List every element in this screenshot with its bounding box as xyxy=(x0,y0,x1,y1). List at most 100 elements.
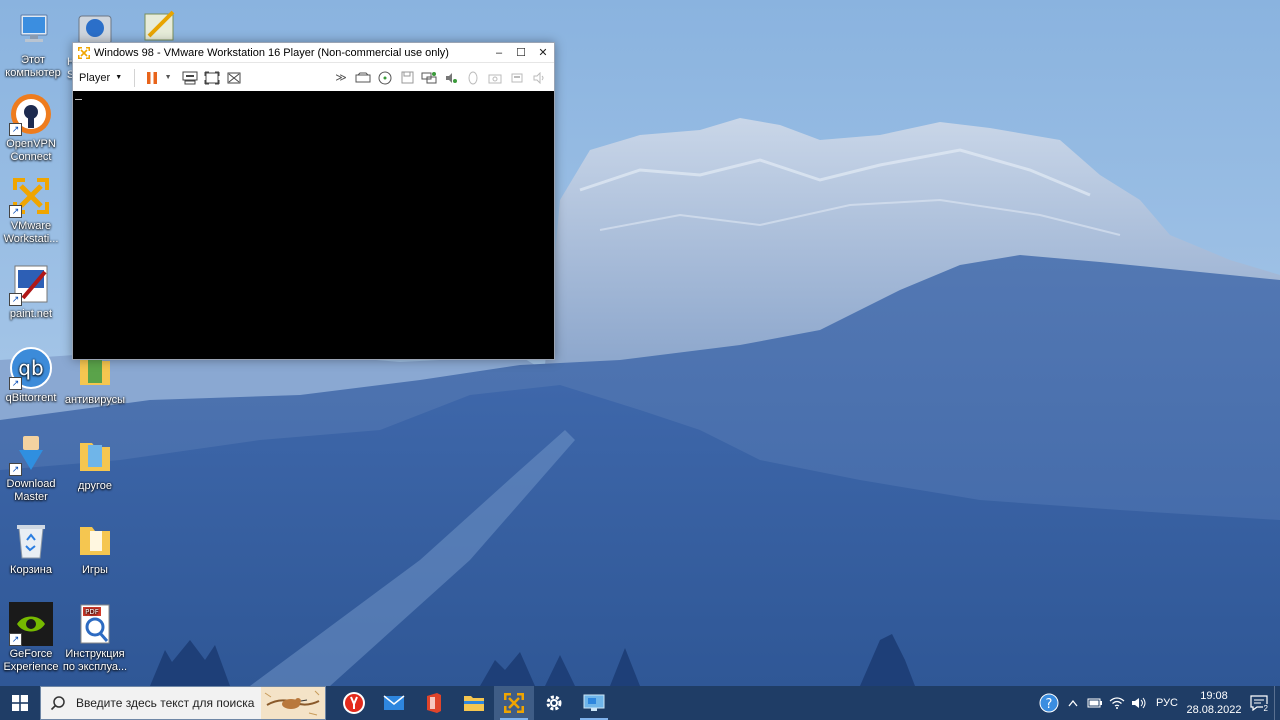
search-highlight-bird-illustration xyxy=(261,687,325,719)
maximize-button[interactable]: ☐ xyxy=(510,43,532,62)
clock-date: 28.08.2022 xyxy=(1186,704,1242,716)
language-indicator[interactable]: РУС xyxy=(1156,697,1178,709)
desktop-icon-manual[interactable]: PDF Инструкция по эксплуа... xyxy=(62,602,128,674)
desktop-icon-label: qBittorrent xyxy=(5,392,57,404)
desktop-icon-games[interactable]: Игры xyxy=(62,518,128,577)
unity-icon[interactable] xyxy=(223,67,245,89)
shortcut-arrow-icon: ↗ xyxy=(9,633,22,646)
toolbar-divider xyxy=(134,68,136,87)
battery-icon[interactable] xyxy=(1084,686,1106,720)
clock[interactable]: 19:08 28.08.2022 xyxy=(1184,689,1244,717)
windows-logo-icon xyxy=(12,695,28,711)
chevron-down-icon: ▼ xyxy=(115,74,123,81)
desktop-icon-label: paint.net xyxy=(9,308,53,320)
vmware-app-icon xyxy=(78,46,90,59)
remote-desktop-icon xyxy=(583,694,605,711)
desktop-icon-download-master[interactable]: ↗ Download Master xyxy=(0,432,64,504)
taskbar: ? РУС 19:08 28.08.2022 2 xyxy=(0,686,1280,720)
paintnet-icon: ↗ xyxy=(9,262,53,306)
removable-devices-icon[interactable] xyxy=(352,67,374,89)
desktop-icon-label: другое xyxy=(78,480,112,492)
search-input[interactable] xyxy=(74,695,268,711)
show-desktop-button[interactable] xyxy=(1274,686,1280,720)
fast-forward-icon[interactable]: ≫ xyxy=(330,67,352,89)
desktop-icon-label: антивирусы xyxy=(64,394,126,406)
window-titlebar[interactable]: Windows 98 - VMware Workstation 16 Playe… xyxy=(73,43,554,63)
full-screen-icon[interactable] xyxy=(201,67,223,89)
wifi-icon[interactable] xyxy=(1106,686,1128,720)
desktop-icon-label: Игры xyxy=(82,564,108,576)
dropdown-icon[interactable]: ▼ xyxy=(163,67,173,89)
send-ctrl-alt-del-icon[interactable] xyxy=(179,67,201,89)
clock-time: 19:08 xyxy=(1200,690,1228,702)
desktop-icon-recycle-bin[interactable]: Корзина xyxy=(0,518,64,577)
pause-icon[interactable] xyxy=(141,67,163,89)
yandex-browser-icon xyxy=(343,692,365,714)
player-toolbar: Player ▼ ▼ ≫ xyxy=(73,63,554,93)
desktop-icon-vmware[interactable]: ↗ VMware Workstati... xyxy=(0,174,64,246)
svg-text:?: ? xyxy=(1046,697,1053,712)
cd-dvd-icon[interactable] xyxy=(374,67,396,89)
desktop-icon-computer[interactable]: Этот компьютер xyxy=(0,8,66,80)
sound-card-icon[interactable] xyxy=(440,67,462,89)
network-icon[interactable] xyxy=(418,67,440,89)
start-button[interactable] xyxy=(0,686,40,720)
minimize-button[interactable]: – xyxy=(488,43,510,62)
text-cursor xyxy=(75,99,82,100)
taskbar-app-settings[interactable] xyxy=(534,686,574,720)
recycle-bin-icon xyxy=(9,518,53,562)
taskbar-app-yandex-browser[interactable] xyxy=(334,686,374,720)
virtual-machine-screen[interactable] xyxy=(73,91,554,359)
geforce-icon: ↗ xyxy=(9,602,53,646)
chevron-up-icon[interactable] xyxy=(1062,686,1084,720)
desktop-icon-label: GeForce Experience xyxy=(3,648,59,673)
folder-icon xyxy=(73,434,117,478)
search-box[interactable] xyxy=(40,686,326,720)
volume-icon[interactable] xyxy=(1128,686,1150,720)
close-button[interactable]: ✕ xyxy=(532,43,554,62)
printer-icon[interactable] xyxy=(506,67,528,89)
desktop-icon-label: Этот компьютер xyxy=(5,54,61,79)
openvpn-icon: ↗ xyxy=(9,92,53,136)
desktop-icon-label: Инструкция по эксплуа... xyxy=(62,648,128,673)
desktop-icon-label: Download Master xyxy=(6,478,56,503)
notification-count-badge: 2 xyxy=(1262,704,1269,713)
mail-icon xyxy=(383,695,405,710)
player-menu-button[interactable]: Player ▼ xyxy=(73,72,128,84)
office-icon xyxy=(427,693,441,713)
shortcut-arrow-icon: ↗ xyxy=(9,377,22,390)
pdf-badge-text: PDF xyxy=(85,608,99,616)
desktop-icon-label: OpenVPN Connect xyxy=(6,138,56,163)
floppy-icon[interactable] xyxy=(396,67,418,89)
notification-center-button[interactable]: 2 xyxy=(1244,686,1274,720)
player-menu-label: Player xyxy=(79,71,111,84)
computer-icon xyxy=(11,8,55,52)
taskbar-app-file-explorer[interactable] xyxy=(454,686,494,720)
qb-badge-text: qb xyxy=(18,356,43,380)
desktop-icon-geforce[interactable]: ↗ GeForce Experience xyxy=(0,602,64,674)
desktop-icon-openvpn[interactable]: ↗ OpenVPN Connect xyxy=(0,92,64,164)
desktop-icon-other[interactable]: другое xyxy=(62,434,128,493)
qbittorrent-icon: qb ↗ xyxy=(9,346,53,390)
window-title: Windows 98 - VMware Workstation 16 Playe… xyxy=(94,46,449,59)
vmware-icon: ↗ xyxy=(9,174,53,218)
taskbar-app-mail[interactable] xyxy=(374,686,414,720)
shortcut-arrow-icon: ↗ xyxy=(9,463,22,476)
shortcut-arrow-icon: ↗ xyxy=(9,205,22,218)
download-master-icon: ↗ xyxy=(9,432,53,476)
taskbar-app-remote-desktop[interactable] xyxy=(574,686,614,720)
usb-icon[interactable] xyxy=(462,67,484,89)
camera-icon[interactable] xyxy=(484,67,506,89)
vmware-player-window[interactable]: Windows 98 - VMware Workstation 16 Playe… xyxy=(72,42,555,360)
volume-icon[interactable] xyxy=(528,67,550,89)
system-tray: ? РУС 19:08 28.08.2022 2 xyxy=(1036,686,1280,720)
desktop-icon-qbittorrent[interactable]: qb ↗ qBittorrent xyxy=(0,346,64,405)
help-icon[interactable]: ? xyxy=(1036,686,1062,720)
desktop-icon-paintnet[interactable]: ↗ paint.net xyxy=(0,262,64,321)
shortcut-arrow-icon: ↗ xyxy=(9,293,22,306)
taskbar-app-office[interactable] xyxy=(414,686,454,720)
gear-icon xyxy=(546,695,562,711)
taskbar-app-vmware-player[interactable] xyxy=(494,686,534,720)
desktop-icon-label: VMware Workstati... xyxy=(3,220,59,245)
shortcut-arrow-icon: ↗ xyxy=(9,123,22,136)
